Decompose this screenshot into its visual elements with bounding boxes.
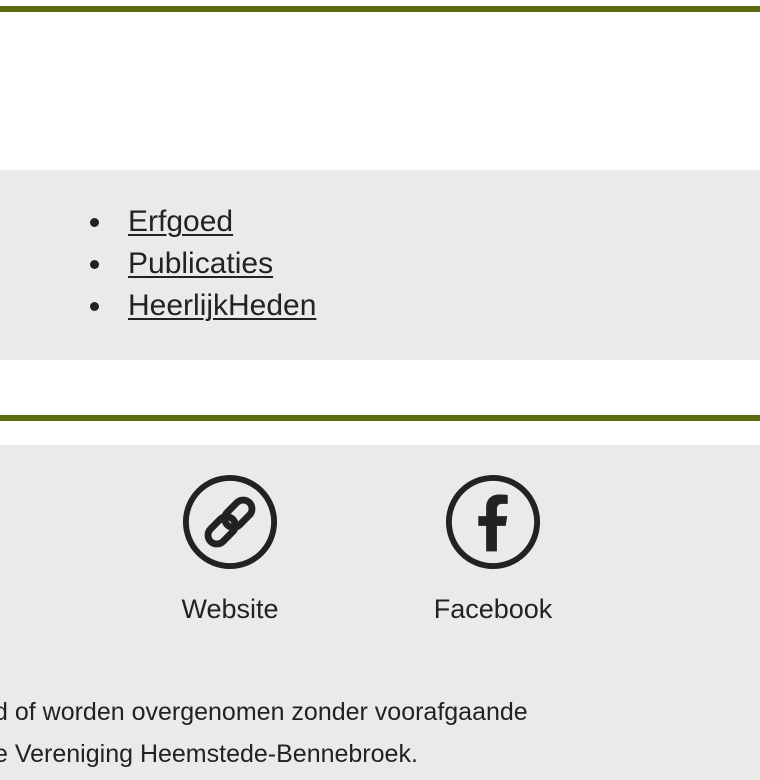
page: Erfgoed Publicaties HeerlijkHeden Websit bbox=[0, 0, 760, 780]
nav-item-heerlijkheden: HeerlijkHeden bbox=[90, 285, 316, 327]
website-label: Website bbox=[181, 594, 279, 624]
nav-band: Erfgoed Publicaties HeerlijkHeden bbox=[0, 170, 760, 360]
bullet-icon bbox=[90, 302, 99, 311]
footer-divider bbox=[0, 415, 760, 421]
nav-link-erfgoed[interactable]: Erfgoed bbox=[128, 205, 233, 238]
copyright-line-2: e Vereniging Heemstede-Bennebroek. bbox=[0, 740, 418, 768]
copyright-notice: d of worden overgenomen zonder voorafgaa… bbox=[0, 691, 760, 775]
footer: Website Facebook d of worden overgenomen… bbox=[0, 445, 760, 780]
bullet-icon bbox=[90, 260, 99, 269]
copyright-line-1: d of worden overgenomen zonder voorafgaa… bbox=[0, 698, 528, 726]
nav-item-publicaties: Publicaties bbox=[90, 243, 316, 285]
nav-link-publicaties[interactable]: Publicaties bbox=[128, 247, 273, 280]
nav-item-erfgoed: Erfgoed bbox=[90, 201, 316, 243]
website-link[interactable]: Website bbox=[140, 473, 320, 625]
link-icon bbox=[182, 474, 278, 570]
facebook-icon bbox=[445, 474, 541, 570]
nav-list: Erfgoed Publicaties HeerlijkHeden bbox=[90, 201, 316, 327]
facebook-link[interactable]: Facebook bbox=[403, 473, 583, 625]
facebook-label: Facebook bbox=[433, 594, 553, 624]
nav-link-heerlijkheden[interactable]: HeerlijkHeden bbox=[128, 289, 316, 322]
header-divider bbox=[0, 6, 760, 12]
bullet-icon bbox=[90, 218, 99, 227]
